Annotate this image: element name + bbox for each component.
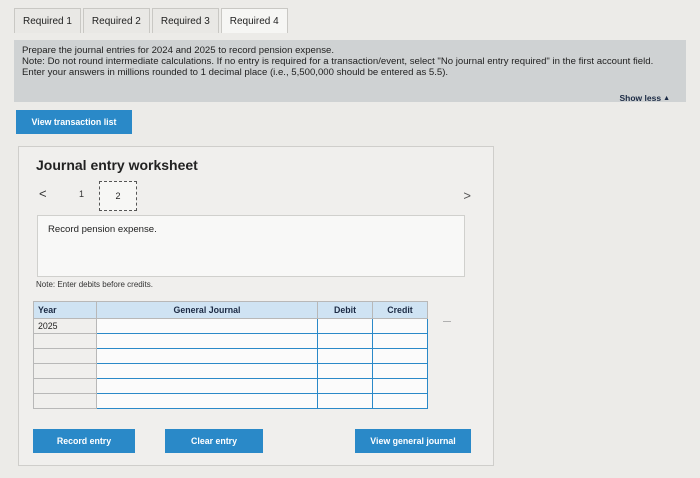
table-row: 2025 bbox=[33, 318, 428, 334]
account-select[interactable] bbox=[96, 363, 318, 379]
instructions-line-1: Prepare the journal entries for 2024 and… bbox=[22, 45, 335, 56]
account-select[interactable] bbox=[96, 378, 318, 394]
credit-input[interactable] bbox=[372, 333, 428, 349]
tab-required-3[interactable]: Required 3 bbox=[151, 8, 219, 33]
page-2-current[interactable]: 2 bbox=[99, 181, 137, 211]
credit-input[interactable] bbox=[372, 348, 428, 364]
debit-header: Debit bbox=[317, 301, 373, 319]
view-general-journal-button[interactable]: View general journal bbox=[355, 429, 471, 453]
year-cell bbox=[33, 393, 97, 409]
journal-table: Year General Journal Debit Credit 2025 bbox=[33, 301, 428, 409]
year-cell: 2025 bbox=[33, 318, 97, 334]
triangle-up-icon: ▲ bbox=[663, 94, 670, 102]
previous-page-icon[interactable]: < bbox=[39, 186, 47, 201]
show-less-link[interactable]: Show less ▲ bbox=[619, 93, 670, 103]
journal-header-row: Year General Journal Debit Credit bbox=[33, 301, 428, 319]
tab-required-1[interactable]: Required 1 bbox=[14, 8, 81, 33]
table-row bbox=[33, 348, 428, 364]
account-select[interactable] bbox=[96, 333, 318, 349]
next-page-icon[interactable]: > bbox=[463, 188, 471, 203]
table-row bbox=[33, 378, 428, 394]
credit-input[interactable] bbox=[372, 378, 428, 394]
debits-note: Note: Enter debits before credits. bbox=[36, 280, 153, 289]
clear-entry-button[interactable]: Clear entry bbox=[165, 429, 263, 453]
tab-bar: Required 1 Required 2 Required 3 Require… bbox=[14, 8, 290, 33]
credit-header: Credit bbox=[372, 301, 428, 319]
current-page-label: 2 bbox=[115, 191, 121, 201]
instructions-note: Note: Do not round intermediate calculat… bbox=[22, 56, 654, 78]
divider bbox=[443, 321, 451, 322]
record-entry-button[interactable]: Record entry bbox=[33, 429, 135, 453]
year-header: Year bbox=[33, 301, 97, 319]
journal-entry-worksheet: Journal entry worksheet < 1 2 > Record p… bbox=[18, 146, 494, 466]
table-row bbox=[33, 393, 428, 409]
credit-input[interactable] bbox=[372, 318, 428, 334]
year-cell bbox=[33, 333, 97, 349]
tab-required-4[interactable]: Required 4 bbox=[220, 8, 288, 33]
debit-input[interactable] bbox=[317, 348, 373, 364]
view-transaction-list-button[interactable]: View transaction list bbox=[16, 110, 132, 134]
table-row bbox=[33, 333, 428, 349]
tab-required-2[interactable]: Required 2 bbox=[82, 8, 150, 33]
debit-input[interactable] bbox=[317, 378, 373, 394]
debit-input[interactable] bbox=[317, 318, 373, 334]
debit-input[interactable] bbox=[317, 363, 373, 379]
year-cell bbox=[33, 348, 97, 364]
year-cell bbox=[33, 378, 97, 394]
page-1-link[interactable]: 1 bbox=[79, 189, 84, 199]
entry-description: Record pension expense. bbox=[48, 224, 157, 235]
account-select[interactable] bbox=[96, 318, 318, 334]
year-cell bbox=[33, 363, 97, 379]
account-select[interactable] bbox=[96, 393, 318, 409]
debit-input[interactable] bbox=[317, 393, 373, 409]
debit-input[interactable] bbox=[317, 333, 373, 349]
table-row bbox=[33, 363, 428, 379]
account-select[interactable] bbox=[96, 348, 318, 364]
credit-input[interactable] bbox=[372, 393, 428, 409]
credit-input[interactable] bbox=[372, 363, 428, 379]
instructions-box: Prepare the journal entries for 2024 and… bbox=[14, 40, 686, 102]
general-journal-header: General Journal bbox=[96, 301, 318, 319]
worksheet-title: Journal entry worksheet bbox=[36, 157, 198, 173]
show-less-label: Show less bbox=[619, 93, 662, 103]
entry-description-box: Record pension expense. bbox=[37, 215, 465, 277]
